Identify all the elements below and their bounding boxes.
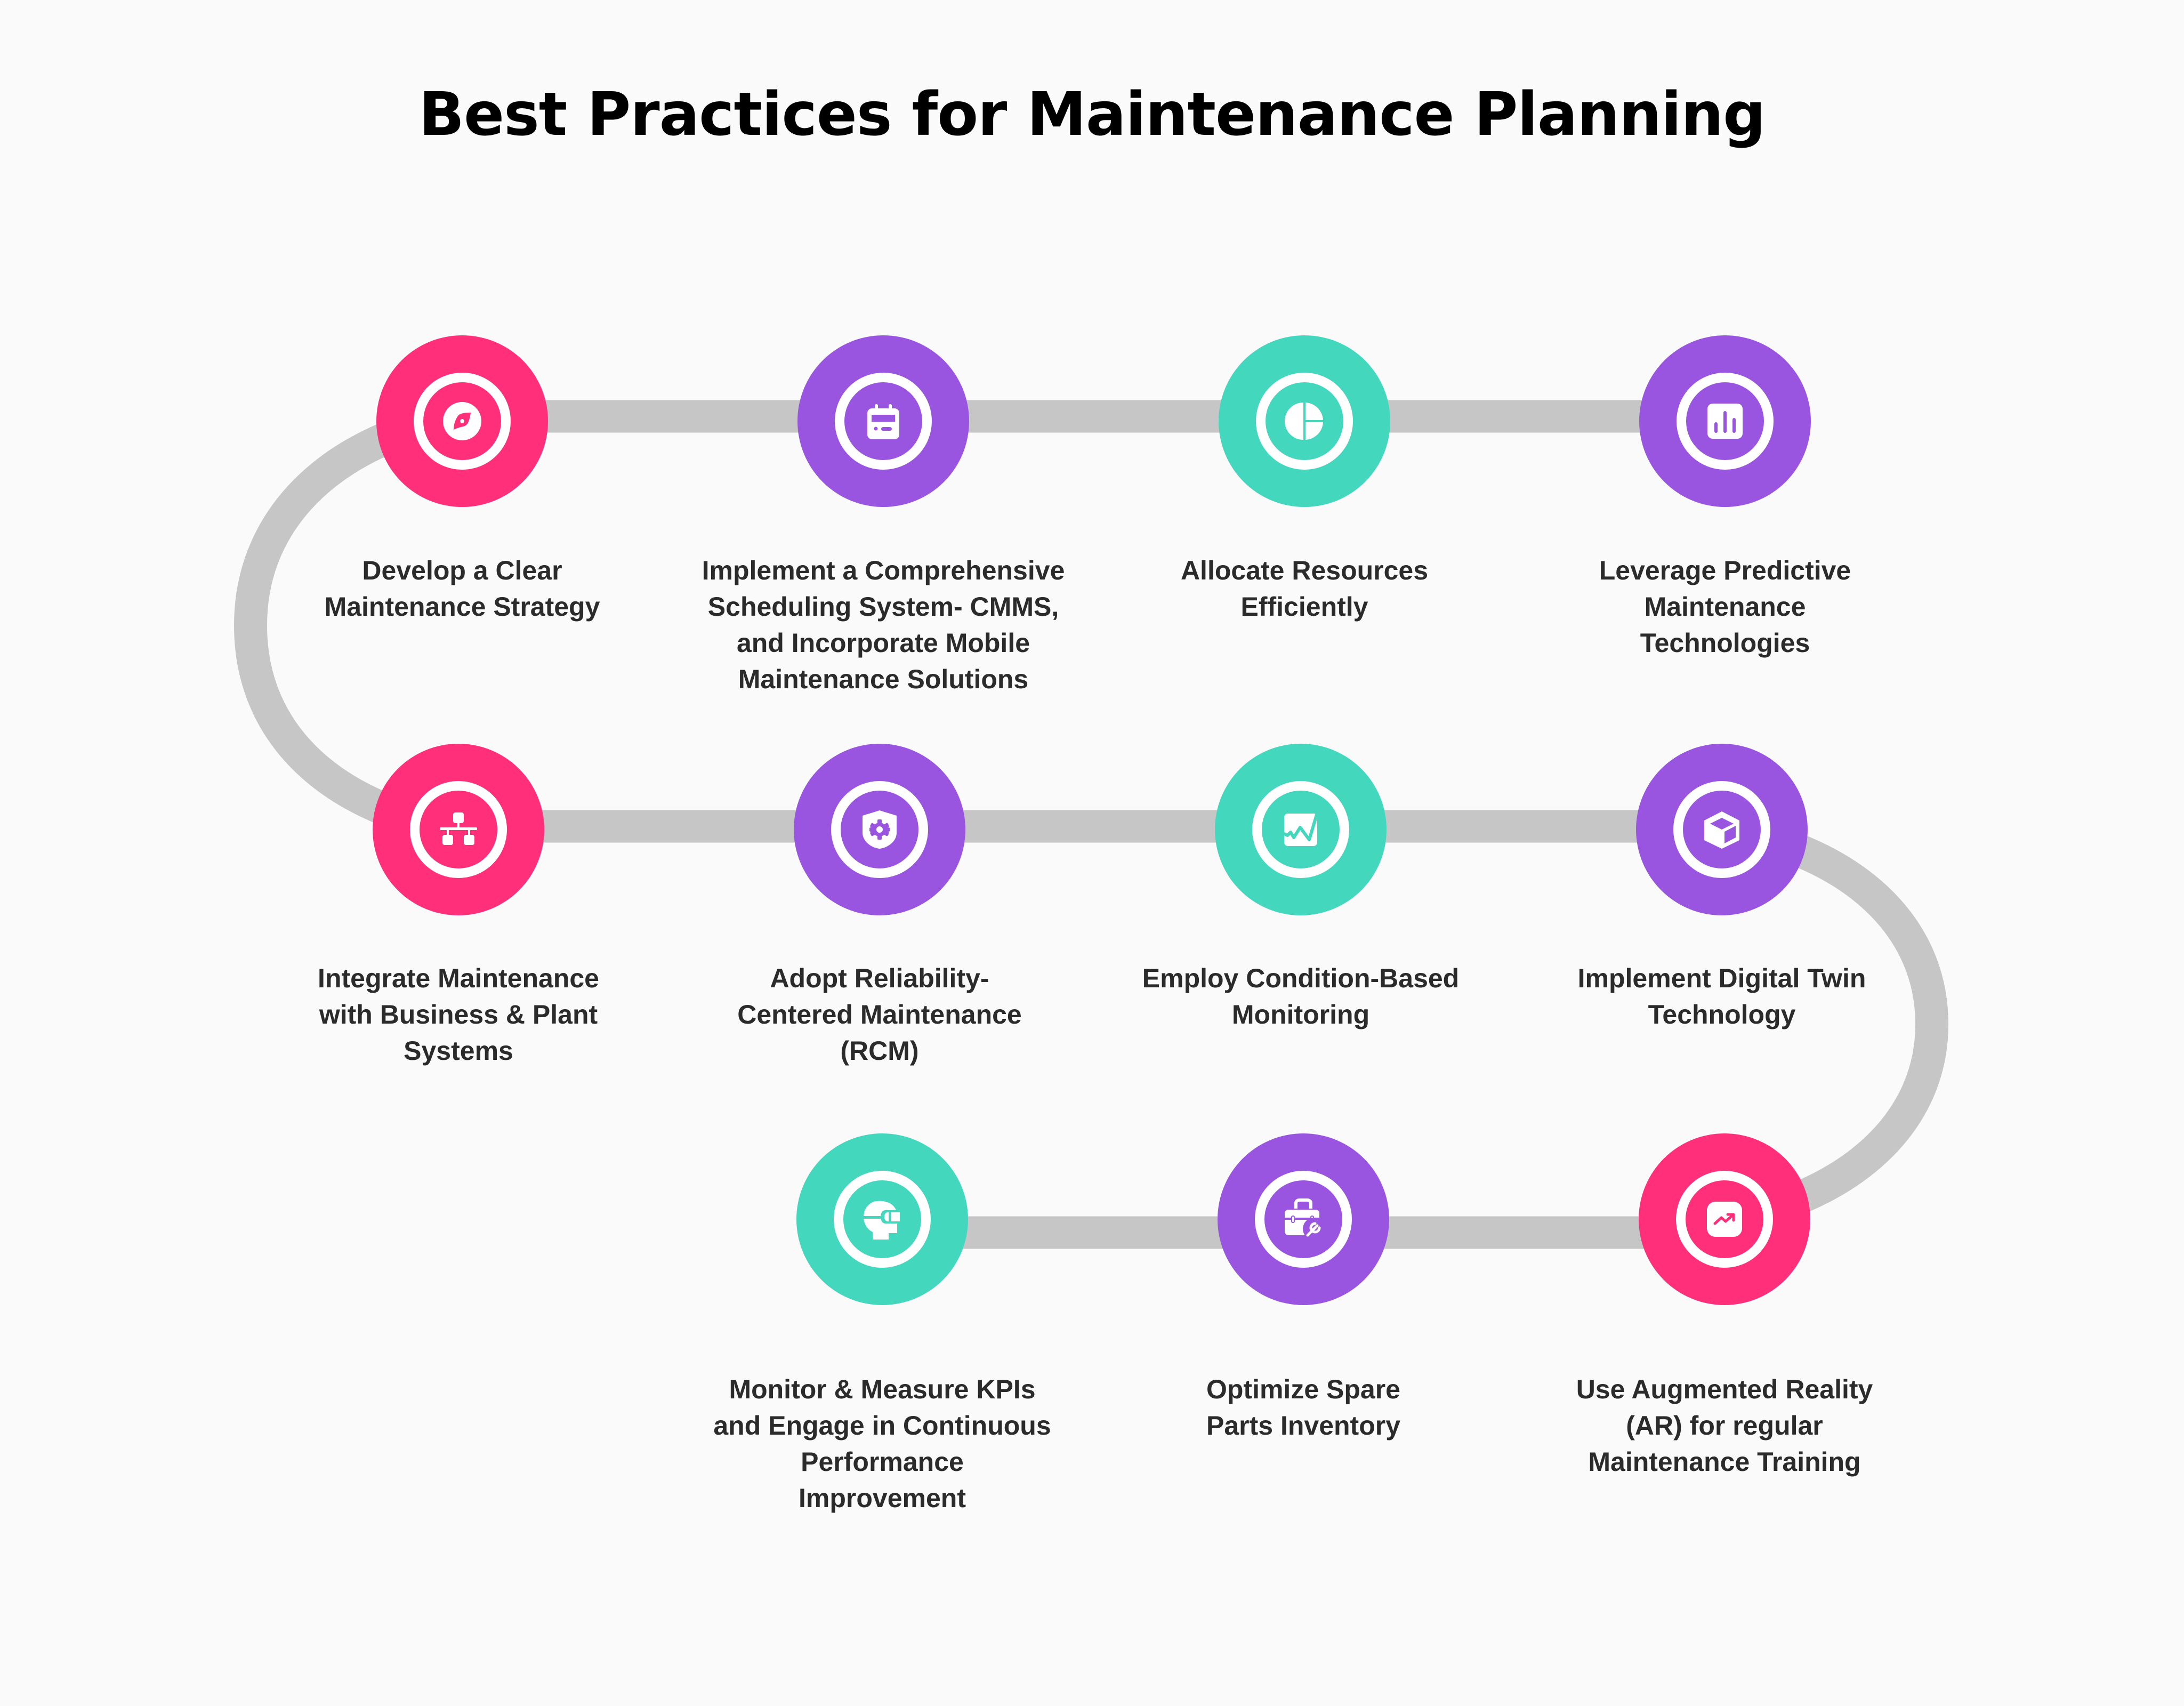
- step-node-10: [1218, 1133, 1389, 1305]
- step-node-7: [1215, 744, 1387, 915]
- step-label-11: Use Augmented Reality (AR) for regular M…: [1576, 1374, 1873, 1477]
- step-label-10: Optimize Spare Parts Inventory: [1206, 1374, 1400, 1441]
- step-label-6: Adopt Reliability- Centered Maintenance …: [737, 963, 1022, 1066]
- step-node-6: [794, 744, 965, 915]
- step-node-11: [1639, 1133, 1810, 1305]
- step-label-3: Allocate Resources Efficiently: [1180, 556, 1429, 622]
- bar-chart-icon: [1707, 404, 1743, 439]
- step-label-5: Integrate Maintenance with Business & Pl…: [318, 963, 599, 1066]
- step-label-4: Leverage Predictive Maintenance Technolo…: [1599, 556, 1851, 658]
- step-node-2: [797, 335, 969, 507]
- step-node-3: [1219, 335, 1390, 507]
- step-label-2: Implement a Comprehensive Scheduling Sys…: [702, 556, 1065, 694]
- step-node-4: [1639, 335, 1811, 507]
- step-label-7: Employ Condition-Based Monitoring: [1142, 963, 1460, 1029]
- compass-icon: [443, 402, 481, 440]
- step-label-1: Develop a Clear Maintenance Strategy: [324, 556, 600, 622]
- shield-gear-icon: [863, 810, 897, 849]
- calendar-icon: [867, 404, 899, 439]
- step-label-9: Monitor & Measure KPIs and Engage in Con…: [713, 1374, 1051, 1513]
- step-node-5: [373, 744, 544, 915]
- trend-up-icon: [1707, 1202, 1742, 1237]
- step-node-8: [1636, 744, 1808, 915]
- activity-graph-icon: [1282, 813, 1318, 846]
- step-label-8: Implement Digital Twin Technology: [1577, 963, 1866, 1029]
- step-node-9: [796, 1133, 968, 1305]
- step-circle: [1219, 335, 1390, 507]
- step-node-1: [376, 335, 548, 507]
